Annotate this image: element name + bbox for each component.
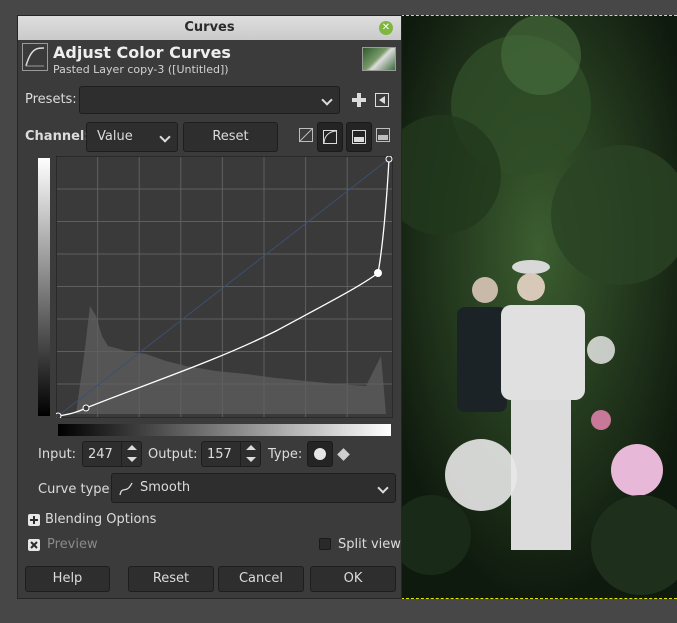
header-title: Adjust Color Curves (53, 43, 231, 62)
dialog-titlebar[interactable]: Curves ✕ (18, 16, 401, 40)
log-histogram-button[interactable] (317, 122, 343, 152)
close-icon[interactable]: ✕ (379, 21, 393, 35)
input-value: 247 (88, 447, 113, 462)
graph-view-button[interactable] (346, 122, 372, 152)
output-label: Output: (148, 447, 198, 462)
curve-graph[interactable] (56, 156, 393, 418)
reset-channel-button[interactable]: Reset Channel (183, 122, 278, 172)
output-spinner[interactable]: 157 (201, 441, 261, 467)
curve-type-combo[interactable]: Smooth (111, 473, 396, 503)
input-spinner[interactable]: 247 (82, 441, 142, 467)
presets-combo[interactable] (79, 86, 340, 114)
add-preset-icon[interactable] (352, 93, 366, 107)
selection-edge-bottom (401, 598, 677, 599)
curve-point[interactable] (385, 156, 393, 163)
log-histogram-icon (323, 130, 337, 144)
help-button[interactable]: Help (25, 566, 110, 592)
channel-combo[interactable]: Value (86, 122, 178, 152)
preset-menu-icon[interactable] (375, 93, 389, 107)
channel-value: Value (97, 129, 133, 144)
dialog-title: Curves (184, 20, 235, 35)
circle-point-icon (314, 448, 326, 460)
smooth-point-button[interactable] (307, 441, 333, 467)
preview-checkbox[interactable] (28, 539, 40, 551)
arrow-down-icon[interactable] (127, 457, 137, 462)
smooth-curve-icon (119, 482, 133, 496)
photo-preview (401, 15, 677, 599)
curves-dialog: Curves ✕ Adjust Color Curves Pasted Laye… (17, 15, 402, 599)
check-x-icon (30, 541, 38, 549)
chevron-down-icon (377, 482, 389, 494)
curve-type-label: Curve type: (38, 482, 114, 497)
header-subtitle: Pasted Layer copy-3 ([Untitled]) (53, 63, 229, 76)
arrow-down-icon[interactable] (246, 457, 256, 462)
input-label: Input: (38, 447, 77, 462)
chevron-down-icon (321, 94, 333, 106)
expand-plus-icon[interactable] (28, 514, 40, 526)
curve-point[interactable] (82, 404, 90, 412)
chevron-down-icon (159, 131, 171, 143)
curve-point-selected[interactable] (374, 269, 382, 277)
output-gradient-bar (38, 158, 50, 416)
arrow-up-icon[interactable] (246, 445, 256, 450)
input-gradient-bar (58, 424, 391, 436)
blending-options-label[interactable]: Blending Options (45, 512, 156, 527)
split-view-label: Split view (338, 537, 401, 552)
output-value: 157 (207, 447, 232, 462)
dialog-header: Adjust Color Curves Pasted Layer copy-3 … (22, 43, 398, 79)
presets-label: Presets: (25, 92, 77, 107)
cancel-button[interactable]: Cancel (218, 566, 304, 592)
corner-point-icon[interactable] (337, 448, 350, 461)
selection-edge-top (401, 15, 677, 16)
reset-button[interactable]: Reset (128, 566, 214, 592)
layer-thumbnail (362, 47, 396, 71)
image-canvas[interactable] (401, 15, 677, 599)
curve-point[interactable] (56, 412, 62, 418)
curves-icon (22, 43, 48, 71)
ok-button[interactable]: OK (310, 566, 396, 592)
preview-label: Preview (47, 537, 98, 552)
type-label: Type: (268, 447, 303, 462)
arrow-up-icon[interactable] (127, 445, 137, 450)
linear-histogram-icon[interactable] (299, 128, 313, 142)
split-view-checkbox[interactable] (319, 538, 331, 550)
curve-type-value: Smooth (140, 480, 191, 495)
channel-label: Channel: (25, 129, 90, 144)
histogram-view-icon[interactable] (376, 128, 390, 142)
graph-view-icon (352, 130, 366, 144)
